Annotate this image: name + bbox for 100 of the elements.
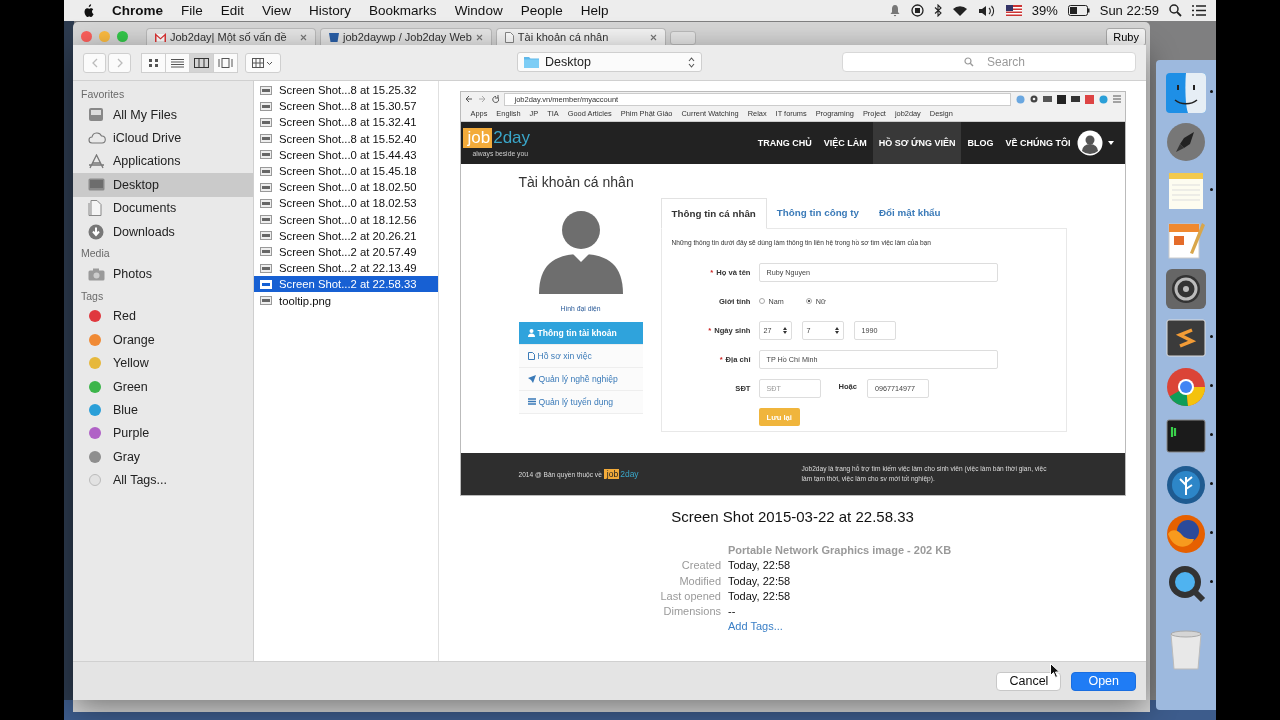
sidebar-item[interactable]: Purple (73, 421, 253, 446)
info-value: Today, 22:58 (728, 573, 792, 589)
tree-icon[interactable] (1166, 464, 1206, 505)
sidebar-item[interactable]: Documents (73, 196, 253, 220)
app-tile-icon[interactable] (1166, 317, 1206, 358)
round-browser-icon[interactable] (1166, 366, 1206, 407)
file-row[interactable]: Screen Shot...8 at 15.52.40 (254, 130, 438, 147)
wifi-icon[interactable] (951, 4, 968, 17)
side-menu-item[interactable]: Quản lý nghề nghiệp (518, 367, 643, 391)
close-icon[interactable] (300, 33, 307, 41)
menu-item[interactable]: Help (580, 3, 609, 18)
browser-tab[interactable]: Job2day| Một số vấn đề (146, 28, 316, 45)
profile-button[interactable]: Ruby (1106, 28, 1146, 46)
nav-link[interactable]: VỀ CHÚNG TÔI (999, 121, 1077, 164)
search-icon[interactable] (1169, 4, 1182, 17)
icons-view-button[interactable] (141, 52, 166, 73)
file-row[interactable]: Screen Shot...8 at 15.30.57 (254, 98, 438, 115)
file-row[interactable]: Screen Shot...0 at 18.02.53 (254, 195, 438, 212)
sidebar-item[interactable]: Desktop (73, 173, 253, 197)
nav-link[interactable]: HỒ SƠ ỨNG VIÊN (872, 121, 962, 164)
profile-tab[interactable]: Thông tin cá nhân (660, 197, 767, 229)
sidebar-item[interactable]: Blue (73, 398, 253, 422)
sidebar-item[interactable]: Red (73, 304, 253, 329)
volume-icon[interactable] (977, 4, 996, 17)
monitor-icon (88, 178, 105, 192)
file-row[interactable]: Screen Shot...0 at 18.12.56 (254, 211, 438, 228)
sidebar-item[interactable]: All My Files (73, 103, 253, 127)
menu-item[interactable]: Window (454, 3, 503, 18)
cover-view-button[interactable] (213, 52, 238, 73)
compass-a-icon (88, 153, 105, 169)
nav-link[interactable]: TRANG CHỦ (751, 121, 818, 164)
file-row[interactable]: Screen Shot...8 at 15.32.41 (254, 114, 438, 131)
add-tags-link[interactable]: Add Tags... (728, 619, 783, 635)
app-menu[interactable]: Chrome (112, 3, 163, 18)
menu-item[interactable]: People (520, 3, 563, 18)
file-row[interactable]: Screen Shot...0 at 18.02.50 (254, 179, 438, 196)
file-row[interactable]: Screen Shot...8 at 15.25.32 (254, 82, 438, 99)
side-menu-item[interactable]: Hồ sơ xin việc (518, 344, 643, 368)
menu-item[interactable]: View (262, 3, 292, 18)
side-menu-item[interactable]: Quản lý tuyển dụng (518, 390, 643, 414)
image-thumbnail-icon (260, 85, 272, 95)
flag-icon[interactable] (1005, 5, 1022, 16)
terminal-icon[interactable] (1166, 418, 1206, 453)
list-view-button[interactable] (165, 52, 190, 73)
file-row[interactable]: Screen Shot...0 at 15.44.43 (254, 146, 438, 163)
sidebar-item[interactable]: Downloads (73, 219, 253, 244)
back-arrow-icon[interactable] (464, 95, 473, 104)
sidebar-item[interactable]: iCloud Drive (73, 126, 253, 150)
folder-icon (524, 56, 539, 68)
reload-icon[interactable] (490, 95, 499, 104)
gear-icon[interactable] (1029, 95, 1038, 104)
browser-tab[interactable]: job2daywp / Job2day Web (320, 28, 492, 45)
file-row[interactable]: Screen Shot...2 at 20.57.49 (254, 243, 438, 261)
file-row[interactable]: Screen Shot...0 at 15.45.18 (254, 162, 438, 180)
search-field[interactable]: Search (842, 52, 1136, 72)
menu-item[interactable]: Bookmarks (369, 3, 437, 18)
location-dropdown[interactable]: Desktop (517, 52, 702, 72)
sidebar-item[interactable]: Applications (73, 149, 253, 174)
open-button[interactable]: Open (1071, 671, 1136, 691)
nav-link[interactable]: BLOG (961, 121, 1000, 164)
gear-icon[interactable] (1166, 268, 1206, 309)
file-icon (527, 351, 535, 360)
close-icon[interactable] (649, 33, 657, 41)
file-row[interactable]: Screen Shot...2 at 22.13.49 (254, 260, 438, 277)
file-row[interactable]: Screen Shot...2 at 22.58.33 (254, 276, 438, 293)
profile-tab[interactable]: Đổi mật khẩu (869, 197, 951, 228)
cancel-button[interactable]: Cancel (996, 671, 1062, 691)
sidebar-item[interactable]: Gray (73, 445, 253, 469)
list-icon (171, 57, 184, 68)
clock[interactable]: Sun 22:59 (1099, 3, 1159, 18)
nav-link[interactable]: VIỆC LÀM (817, 121, 873, 164)
menu-item[interactable]: Edit (220, 3, 245, 18)
close-icon[interactable] (475, 33, 483, 41)
apple-logo-icon[interactable] (82, 3, 94, 18)
smiling-face-icon[interactable] (1166, 72, 1206, 113)
fox-globe-icon[interactable] (1166, 513, 1206, 554)
arrange-button[interactable] (245, 52, 281, 73)
file-row[interactable]: Screen Shot...2 at 20.26.21 (254, 227, 438, 244)
menu-item[interactable]: File (181, 3, 203, 18)
sidebar-item[interactable]: All Tags... (73, 468, 253, 492)
up-down-arrows-icon (834, 326, 839, 334)
profile-tab[interactable]: Thông tin công ty (766, 197, 870, 228)
bell-icon[interactable] (888, 4, 901, 17)
browser-tab[interactable]: Tài khoản cá nhân (495, 28, 666, 45)
sidebar-item[interactable]: Photos (73, 262, 253, 286)
battery-icon[interactable] (1067, 5, 1090, 16)
sidebar-item[interactable]: Green (73, 374, 253, 399)
record-icon[interactable] (910, 4, 924, 17)
sidebar-item[interactable]: Yellow (73, 351, 253, 375)
columns-view-button[interactable] (189, 52, 214, 73)
bluetooth-icon[interactable] (933, 4, 942, 17)
image-thumbnail-icon (260, 279, 272, 289)
footer-logo[interactable]: job 2day (603, 469, 639, 480)
menu-icon[interactable] (1192, 5, 1206, 16)
user-avatar-icon[interactable] (1076, 129, 1115, 156)
image-thumbnail-icon (260, 215, 272, 225)
file-row[interactable]: tooltip.png (254, 292, 438, 309)
radio-button[interactable] (805, 298, 812, 305)
menu-item[interactable]: History (309, 3, 352, 18)
sidebar-item[interactable]: Orange (73, 328, 253, 352)
